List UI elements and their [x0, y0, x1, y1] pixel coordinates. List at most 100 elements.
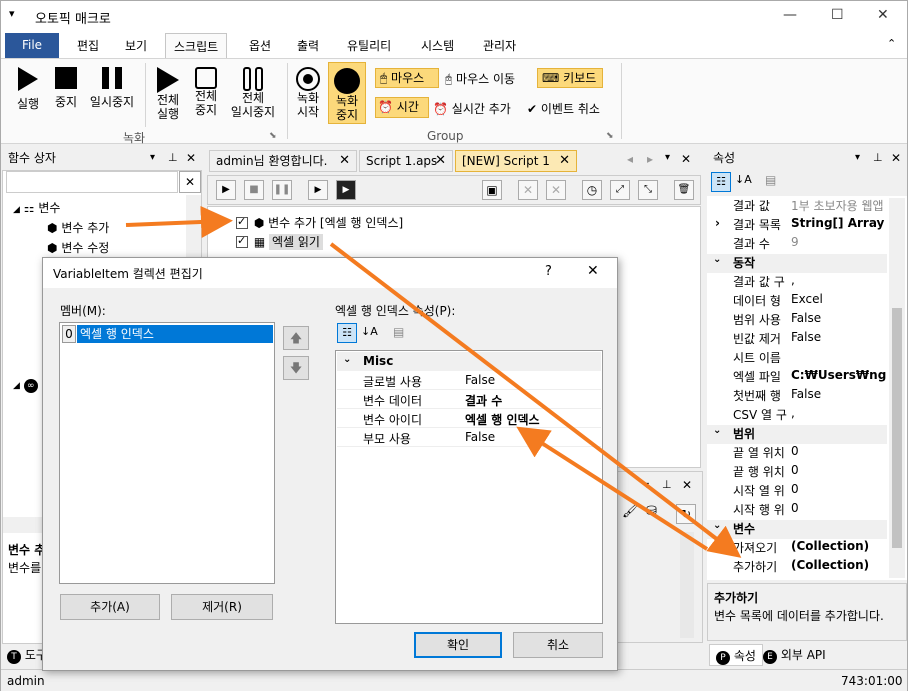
- pin-icon[interactable]: ⊥: [168, 147, 178, 169]
- pause-button[interactable]: 일시중지: [87, 67, 137, 109]
- dialog-prop-row[interactable]: 변수 데이터 결과 수: [337, 390, 601, 409]
- prop-row[interactable]: 시작 행 위 0: [707, 501, 887, 520]
- refresh-button[interactable]: ↻: [676, 504, 696, 524]
- record-start-button[interactable]: 녹화 시작: [291, 65, 325, 119]
- prop-row[interactable]: 엑셀 파일 C:₩Users₩ngma: [707, 368, 887, 387]
- pin-icon[interactable]: ⊥: [662, 478, 672, 491]
- collapse-button[interactable]: ⤡: [638, 180, 658, 200]
- minimize-button[interactable]: —: [783, 7, 797, 23]
- tab-list-icon[interactable]: ▾: [665, 152, 670, 163]
- pin-icon[interactable]: ⊥: [873, 147, 883, 169]
- script-stop-button[interactable]: ■: [244, 180, 264, 200]
- tree-node-collapsed[interactable]: ◢ ∞: [13, 377, 38, 393]
- move-up-button[interactable]: 🡅: [283, 326, 309, 350]
- close-tab-icon[interactable]: ✕: [339, 151, 350, 171]
- prop-row[interactable]: 추가하기 (Collection): [707, 558, 887, 577]
- prop-row[interactable]: 결과 값 1부 초보자용 웹앱: [707, 197, 887, 216]
- step-button[interactable]: ▶: [308, 180, 328, 200]
- ribbon-collapse-icon[interactable]: ⌃: [887, 37, 896, 50]
- prop-row[interactable]: › 결과 목록 String[] Array: [707, 216, 887, 235]
- close-button[interactable]: ✕: [877, 7, 889, 23]
- doc-tab-welcome[interactable]: admin님 환영합니다. ✕: [209, 150, 357, 172]
- time-button[interactable]: ⏰ 시간: [375, 97, 429, 118]
- tree-node-variable-edit[interactable]: ⬢ 변수 수정: [47, 239, 109, 256]
- prop-row[interactable]: 빈값 제거 False: [707, 330, 887, 349]
- categorized-icon[interactable]: ☷: [711, 172, 731, 192]
- dialog-launcher-icon[interactable]: ⬊: [606, 131, 614, 141]
- prop-row[interactable]: CSV 열 구,: [707, 406, 887, 425]
- tree-node-variable-add[interactable]: ⬢ 변수 추가: [47, 219, 109, 236]
- image-button[interactable]: ▣: [482, 180, 502, 200]
- prop-category-variable[interactable]: ⌄ 변수: [707, 520, 887, 539]
- trash-button[interactable]: 🗑: [674, 180, 694, 200]
- brush-icon[interactable]: 🖌: [622, 504, 639, 519]
- doc-tab-new-script[interactable]: [NEW] Script 1 ✕: [455, 150, 577, 172]
- doc-tab-script-aps[interactable]: Script 1.aps ✕: [359, 150, 453, 172]
- external-api-tab[interactable]: E 외부 API: [763, 646, 826, 664]
- delete-button[interactable]: ✕: [518, 180, 538, 200]
- tab-view[interactable]: 보기: [125, 37, 147, 54]
- dialog-prop-category[interactable]: ⌄ Misc: [337, 352, 601, 371]
- event-cancel-button[interactable]: ✔ 이벤트 취소: [527, 100, 600, 117]
- prop-row[interactable]: 첫번째 행 False: [707, 387, 887, 406]
- sort-az-icon[interactable]: ↓A: [361, 325, 378, 338]
- stop-all-button[interactable]: 전체 중지: [189, 67, 223, 117]
- prop-category-range[interactable]: ⌄ 범위: [707, 425, 887, 444]
- member-item-selected[interactable]: 엑셀 행 인덱스: [77, 325, 273, 343]
- checkbox[interactable]: [236, 215, 248, 229]
- properties-tab[interactable]: P 속성: [709, 644, 763, 666]
- tab-admin[interactable]: 관리자: [483, 37, 516, 54]
- remove-button[interactable]: 제거(R): [171, 594, 273, 620]
- property-pages-icon[interactable]: ▤: [393, 325, 404, 339]
- maximize-button[interactable]: ☐: [831, 7, 844, 23]
- pane-close-icon[interactable]: ✕: [891, 147, 901, 169]
- prop-row[interactable]: 시트 이름: [707, 349, 887, 368]
- checkbox[interactable]: [236, 234, 248, 248]
- tab-edit[interactable]: 편집: [77, 37, 99, 54]
- pane-menu-icon[interactable]: ▾: [644, 480, 649, 491]
- prop-row[interactable]: 범위 사용 False: [707, 311, 887, 330]
- run-button[interactable]: 실행: [11, 67, 45, 111]
- stop-button[interactable]: 중지: [51, 67, 81, 109]
- timer-button[interactable]: ◷: [582, 180, 602, 200]
- prop-row[interactable]: 시작 열 위 0: [707, 482, 887, 501]
- mouse-move-button[interactable]: 🖰 마우스 이동: [445, 70, 515, 87]
- members-list[interactable]: 0 엑셀 행 인덱스: [59, 322, 275, 584]
- tab-script[interactable]: 스크립트: [165, 33, 228, 59]
- tab-utility[interactable]: 유틸리티: [347, 37, 391, 54]
- dialog-prop-row[interactable]: 글로벌 사용 False: [337, 371, 601, 390]
- categorized-icon[interactable]: ☷: [337, 323, 357, 343]
- toolbox-tab[interactable]: T 도구: [7, 646, 47, 664]
- prop-row[interactable]: 가져오기 (Collection): [707, 539, 887, 558]
- prop-row[interactable]: 끝 열 위치 0: [707, 444, 887, 463]
- pane-close-icon[interactable]: ✕: [186, 147, 196, 169]
- close-tab-icon[interactable]: ✕: [559, 151, 570, 171]
- prop-row[interactable]: 데이터 형 Excel: [707, 292, 887, 311]
- bucket-icon[interactable]: ⛁: [646, 504, 657, 519]
- script-run-button[interactable]: ▶: [216, 180, 236, 200]
- system-menu-icon[interactable]: ▾: [9, 7, 15, 20]
- tab-scroll-left-icon[interactable]: ◂: [627, 152, 633, 166]
- realtime-add-button[interactable]: ⏰ 실시간 추가: [433, 100, 511, 117]
- script-line[interactable]: ⬢ 변수 추가 [엑셀 행 인덱스]: [236, 214, 403, 231]
- function-search-input[interactable]: [6, 171, 178, 193]
- delete-all-button[interactable]: ✕: [546, 180, 566, 200]
- tab-scroll-right-icon[interactable]: ▸: [647, 152, 653, 166]
- run-all-button[interactable]: 전체 실행: [151, 67, 185, 121]
- dialog-close-button[interactable]: ✕: [587, 263, 599, 279]
- prop-row[interactable]: 결과 수 9: [707, 235, 887, 254]
- tab-system[interactable]: 시스템: [421, 37, 454, 54]
- tab-output[interactable]: 출력: [297, 37, 319, 54]
- sort-az-icon[interactable]: ↓A: [735, 173, 752, 186]
- doc-close-icon[interactable]: ✕: [681, 152, 691, 166]
- script-pause-button[interactable]: ❚❚: [272, 180, 292, 200]
- properties-scrollbar[interactable]: [889, 198, 905, 578]
- close-tab-icon[interactable]: ✕: [435, 151, 446, 171]
- help-button[interactable]: ?: [545, 264, 552, 279]
- keyboard-button[interactable]: ⌨ 키보드: [537, 68, 603, 88]
- expand-button[interactable]: ⤢: [610, 180, 630, 200]
- pause-all-button[interactable]: 전체 일시중지: [227, 67, 279, 119]
- cancel-button[interactable]: 취소: [513, 632, 603, 658]
- property-pages-icon[interactable]: ▤: [765, 173, 776, 187]
- step-into-button[interactable]: ▶: [336, 180, 356, 200]
